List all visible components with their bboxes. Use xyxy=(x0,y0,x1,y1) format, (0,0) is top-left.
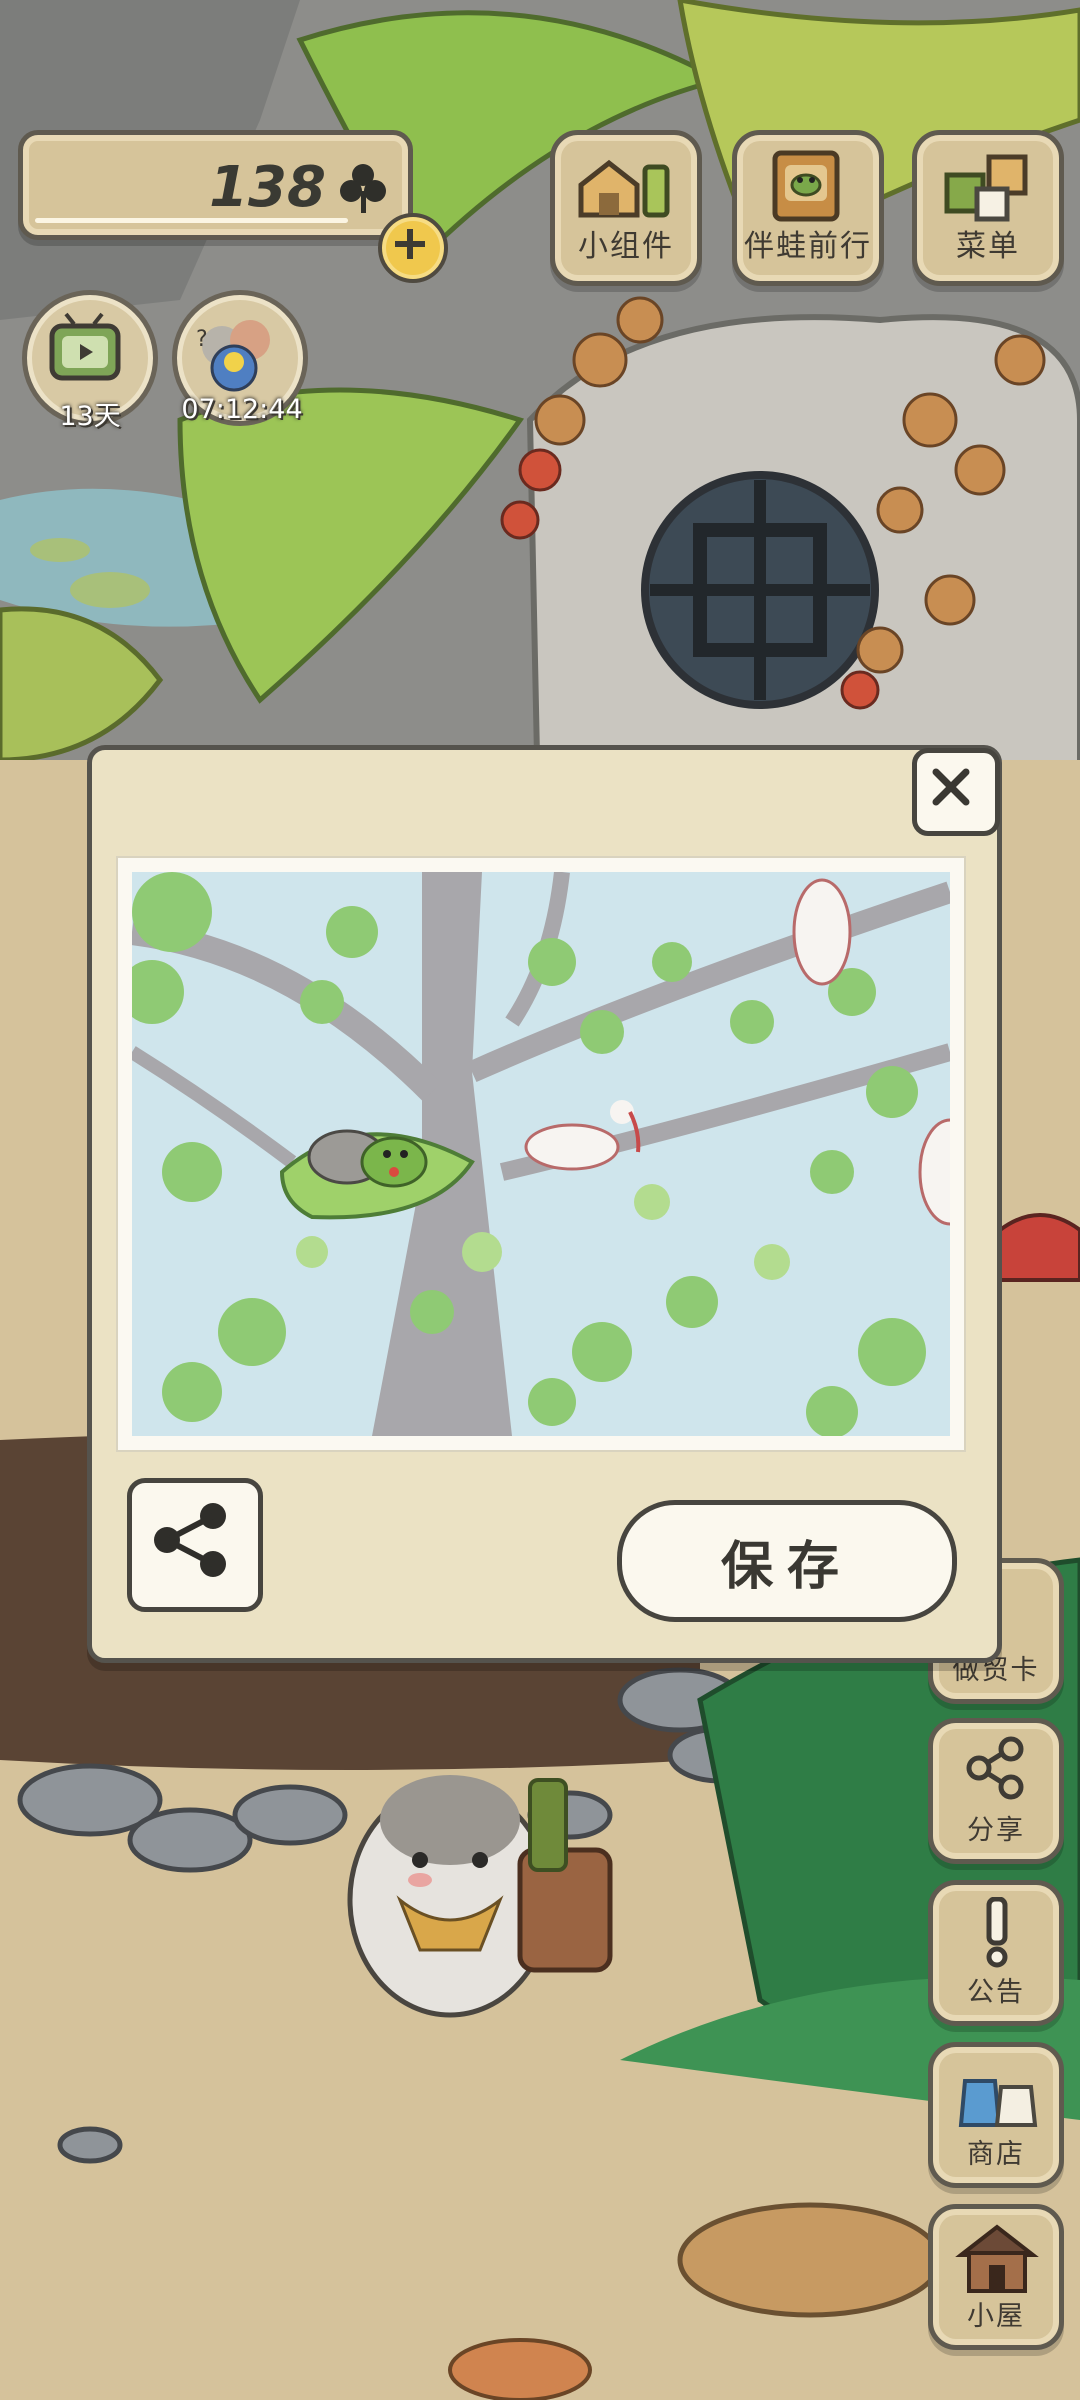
widget-button[interactable]: 小组件 xyxy=(550,130,702,286)
travel-label: 伴蛙前行 xyxy=(744,229,872,264)
menu-label: 菜单 xyxy=(956,229,1020,264)
side-button-house[interactable]: 小屋 xyxy=(928,2204,1064,2350)
save-button-label: 保存 xyxy=(720,1536,853,1597)
clover-counter: 138 xyxy=(18,130,413,240)
share-icon xyxy=(966,1736,1024,1800)
close-button[interactable] xyxy=(912,748,1000,836)
photo-frame xyxy=(118,858,964,1450)
frog-book-icon xyxy=(772,150,840,222)
side-button-share-label: 分享 xyxy=(967,1815,1025,1846)
counter-underline xyxy=(35,218,348,223)
travel-photo xyxy=(132,872,950,1436)
travel-with-frog-button[interactable]: 伴蛙前行 xyxy=(732,130,884,286)
clover-count: 138 xyxy=(209,155,326,220)
save-button[interactable]: 保存 xyxy=(617,1500,957,1622)
side-button-house-label: 小屋 xyxy=(967,2301,1025,2332)
clover-icon xyxy=(340,164,386,213)
side-button-shop-label: 商店 xyxy=(967,2139,1025,2170)
share-icon xyxy=(154,1503,226,1577)
photo-share-button[interactable] xyxy=(127,1478,263,1612)
add-clover-button[interactable] xyxy=(378,213,448,283)
plus-icon xyxy=(395,229,425,259)
widget-label: 小组件 xyxy=(578,229,674,264)
svg-text:?: ? xyxy=(196,327,208,352)
side-button-notice[interactable]: 公告 xyxy=(928,1880,1064,2026)
side-button-shop[interactable]: 商店 xyxy=(928,2042,1064,2188)
tv-timer: 13天 xyxy=(59,401,121,432)
shop-bags-icon xyxy=(958,2079,1038,2127)
close-icon xyxy=(932,768,970,806)
widget-icon xyxy=(578,159,670,218)
house-icon xyxy=(955,2224,1039,2293)
mail-timer: 07:12:44 xyxy=(181,394,303,425)
menu-button[interactable]: 菜单 xyxy=(912,130,1064,286)
exclamation-icon xyxy=(986,1897,1008,1968)
side-button-share[interactable]: 分享 xyxy=(928,1718,1064,1864)
menu-cards-icon xyxy=(944,154,1028,222)
side-button-notice-label: 公告 xyxy=(967,1977,1025,2008)
